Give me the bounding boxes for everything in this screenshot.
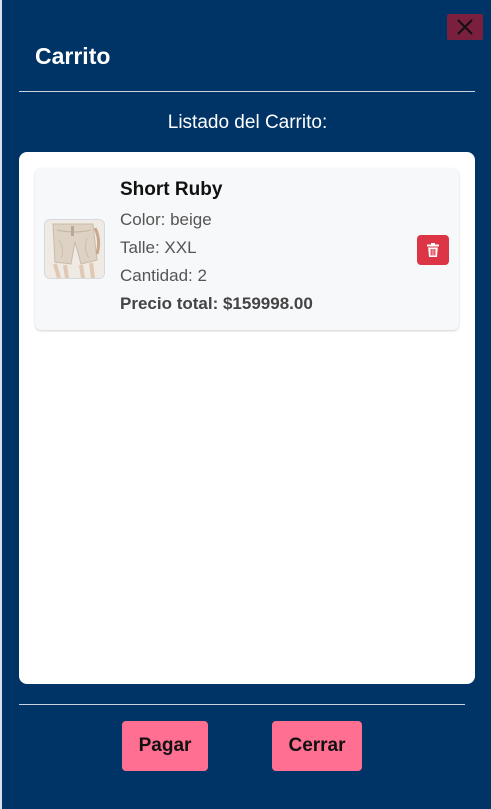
- pay-button[interactable]: Pagar: [122, 721, 208, 771]
- cart-list-heading: Listado del Carrito:: [167, 112, 328, 133]
- cart-modal: Carrito Listado del Carrito: Short Ruby: [0, 0, 491, 809]
- product-name: Short Ruby: [120, 179, 223, 200]
- product-total-price: Precio total: $159998.00: [120, 294, 313, 313]
- footer-divider: [19, 704, 465, 705]
- cart-item: Short Ruby Color: beige Talle: XXL Canti…: [35, 168, 459, 330]
- shorts-photo-icon: [45, 220, 104, 278]
- cart-item-info: Short Ruby Color: beige Talle: XXL Canti…: [120, 179, 313, 313]
- close-modal-button[interactable]: [447, 14, 483, 40]
- product-size: Talle: XXL: [120, 238, 197, 257]
- header-divider: [19, 91, 475, 92]
- cart-list: Short Ruby Color: beige Talle: XXL Canti…: [19, 152, 475, 684]
- product-quantity: Cantidad: 2: [120, 266, 207, 285]
- close-icon: [457, 19, 473, 35]
- trash-icon: [427, 243, 439, 257]
- modal-title: Carrito: [35, 43, 111, 69]
- close-button[interactable]: Cerrar: [272, 721, 362, 771]
- delete-item-button[interactable]: [417, 235, 449, 265]
- product-color: Color: beige: [120, 210, 212, 229]
- product-thumbnail: [44, 219, 105, 279]
